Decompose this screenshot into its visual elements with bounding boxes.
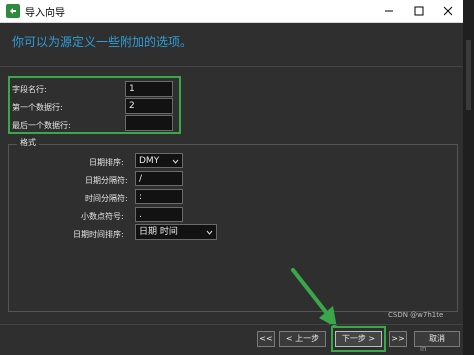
date-order-label: 日期排序: bbox=[89, 158, 124, 167]
minimize-button[interactable] bbox=[374, 0, 404, 22]
scrollbar-thumb[interactable] bbox=[466, 40, 471, 110]
date-separator-input[interactable]: / bbox=[135, 171, 183, 186]
title-bar: 导入向导 bbox=[0, 0, 463, 23]
datetime-order-select[interactable]: 日期 时间 bbox=[135, 224, 217, 240]
previous-step-button[interactable]: < 上一步 bbox=[279, 331, 326, 347]
format-group-title: 格式 bbox=[17, 137, 39, 148]
close-button[interactable] bbox=[433, 0, 463, 22]
header-divider bbox=[0, 66, 463, 67]
first-step-button[interactable]: << bbox=[257, 331, 275, 347]
chevron-down-icon bbox=[172, 157, 179, 169]
field-name-row-label: 字段名行: bbox=[12, 85, 47, 94]
last-step-button[interactable]: >> bbox=[389, 331, 407, 347]
next-step-button[interactable]: 下一步 > bbox=[335, 331, 382, 347]
decimal-symbol-label: 小数点符号: bbox=[81, 212, 124, 221]
decimal-symbol-input[interactable]: . bbox=[135, 207, 183, 222]
first-data-row-input[interactable]: 2 bbox=[125, 98, 173, 114]
import-wizard-window: 导入向导 你可以为源定义一些附加的选项。 字段名行: 1 第一个数据行: 2 最… bbox=[0, 0, 463, 355]
maximize-button[interactable] bbox=[404, 0, 434, 22]
date-separator-label: 日期分隔符: bbox=[85, 176, 128, 185]
date-order-select[interactable]: DMY bbox=[135, 153, 183, 168]
footer-divider bbox=[0, 324, 463, 325]
time-separator-label: 时间分隔符: bbox=[85, 194, 128, 203]
last-data-row-input[interactable] bbox=[125, 115, 173, 131]
datetime-order-label: 日期时间排序: bbox=[73, 230, 124, 239]
date-order-value: DMY bbox=[139, 156, 160, 166]
datetime-order-value: 日期 时间 bbox=[139, 227, 178, 237]
time-separator-input[interactable]: : bbox=[135, 189, 183, 204]
format-group bbox=[8, 144, 458, 312]
green-arrow-annotation bbox=[291, 268, 337, 328]
corner-watermark: in bbox=[420, 345, 427, 353]
last-data-row-label: 最后一个数据行: bbox=[12, 121, 71, 130]
window-title: 导入向导 bbox=[25, 8, 65, 19]
chevron-down-icon bbox=[206, 228, 213, 240]
right-scrollbar[interactable] bbox=[463, 0, 474, 355]
field-name-row-input[interactable]: 1 bbox=[125, 81, 173, 97]
wizard-prompt: 你可以为源定义一些附加的选项。 bbox=[12, 35, 193, 49]
wizard-app-icon bbox=[6, 4, 20, 18]
first-data-row-label: 第一个数据行: bbox=[12, 103, 63, 112]
csdn-watermark: CSDN @w7h1te bbox=[388, 311, 444, 319]
